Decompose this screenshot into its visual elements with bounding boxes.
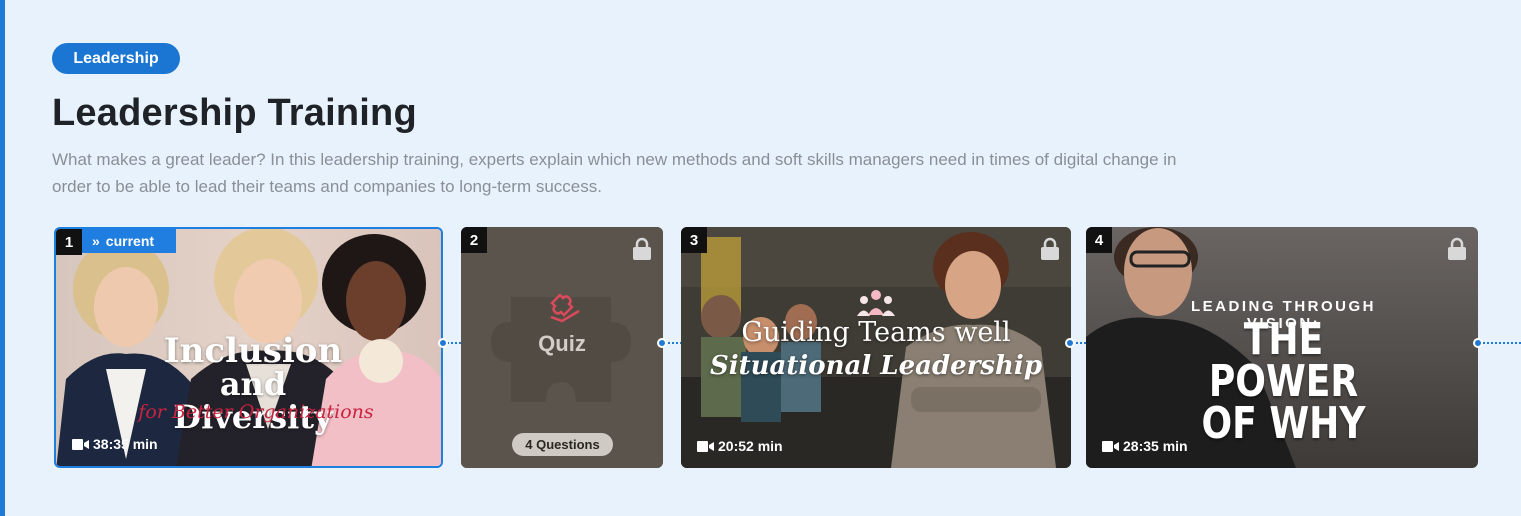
lesson-4-title-line2: OF WHY: [1201, 398, 1366, 449]
lesson-1-subtitle: for Better Organizations: [138, 401, 374, 423]
lesson-1-title-line1: Inclusion: [163, 331, 343, 371]
lesson-card-2-quiz[interactable]: 2 Quiz 4 Questions: [461, 227, 663, 468]
team-icon: [857, 290, 895, 316]
connector-dot: [1473, 338, 1483, 348]
step-number: 1: [56, 229, 82, 255]
lesson-3-duration: 20:52 min: [697, 438, 783, 454]
lesson-card-3[interactable]: 3 Guiding Teams well Situational Leaders…: [681, 227, 1071, 468]
quiz-label: Quiz: [538, 331, 586, 356]
step-number: 2: [461, 227, 487, 253]
step-number: 4: [1086, 227, 1112, 253]
lesson-card-1[interactable]: 1 » current Inclusion and Diversity for …: [54, 227, 443, 468]
connector-dot: [1065, 338, 1075, 348]
current-tag: » current: [82, 229, 176, 253]
video-camera-icon: [697, 440, 714, 452]
connector-dot: [657, 338, 667, 348]
lock-icon: [1448, 237, 1466, 260]
lesson-card-4[interactable]: 4 LEADING THROUGH VISION: THE POWER OF W…: [1086, 227, 1478, 468]
lesson-3-title: Guiding Teams well Situational Leadershi…: [701, 317, 1051, 383]
lesson-3-duration-text: 20:52 min: [718, 438, 783, 454]
lesson-1-duration-text: 38:35 min: [93, 436, 158, 452]
lesson-4-duration-text: 28:35 min: [1123, 438, 1188, 454]
connector-4-next: [1478, 342, 1521, 344]
step-number: 3: [681, 227, 707, 253]
connector-dot: [438, 338, 448, 348]
quiz-questions-pill: 4 Questions: [512, 433, 613, 456]
lesson-4-duration: 28:35 min: [1102, 438, 1188, 454]
course-title: Leadership Training: [52, 92, 417, 134]
video-camera-icon: [1102, 440, 1119, 452]
lesson-3-title-line1: Guiding Teams well: [741, 317, 1011, 348]
lesson-3-title-line2: Situational Leadership: [709, 351, 1042, 381]
lock-icon: [633, 237, 651, 260]
lock-icon: [1041, 237, 1059, 260]
lesson-4-title: THE POWER OF WHY: [1187, 314, 1380, 449]
lesson-4-title-line1: THE POWER: [1208, 314, 1359, 407]
left-accent-bar: [0, 0, 5, 516]
current-label: current: [105, 233, 155, 249]
lesson-1-duration: 38:35 min: [72, 436, 158, 452]
double-chevron-right-icon: »: [92, 233, 100, 249]
puzzle-icon: [550, 293, 580, 323]
video-camera-icon: [72, 438, 89, 450]
course-description: What makes a great leader? In this leade…: [52, 150, 1177, 196]
category-badge[interactable]: Leadership: [52, 43, 180, 74]
